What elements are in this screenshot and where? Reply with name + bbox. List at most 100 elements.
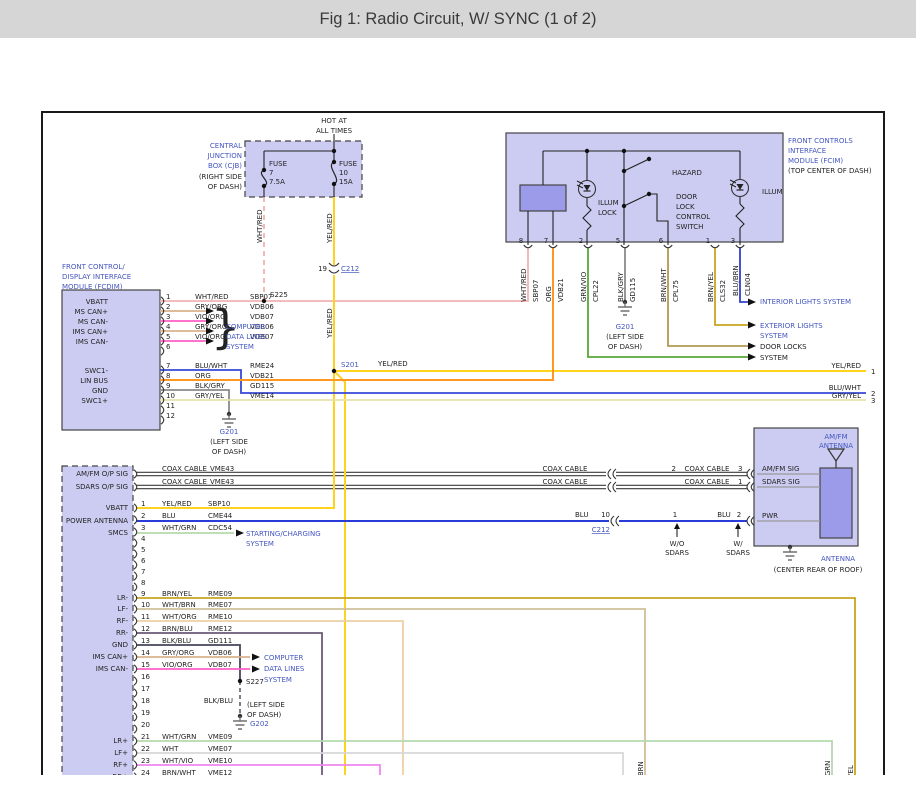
label-system: SYSTEM [760, 332, 788, 340]
label-front-control-: FRONT CONTROL/ [62, 263, 125, 271]
pin-hook [134, 629, 137, 637]
label-of-dash-: OF DASH) [608, 343, 643, 351]
label-8: 8 [166, 372, 170, 380]
label-box-cjb-: BOX (CJB) [208, 162, 242, 170]
label-blk-gry: BLK/GRY [195, 382, 225, 390]
label-3: 3 [871, 397, 875, 405]
label-vdb06: VDB06 [250, 303, 274, 311]
label-1: 1 [141, 500, 145, 508]
system-ref-arrow [252, 666, 260, 673]
pin-hook [134, 761, 137, 769]
label-ims-can-: IMS CAN- [76, 338, 109, 346]
label-2: 2 [141, 512, 145, 520]
pin-hook [134, 773, 137, 775]
label-11: 11 [141, 613, 150, 621]
label-wht-brn: WHT/BRN [637, 761, 645, 775]
label-12: 12 [141, 625, 150, 633]
label-6: 6 [166, 343, 171, 351]
fcim-inner-rect [520, 185, 566, 211]
system-ref-arrow [748, 343, 756, 350]
junction-dot [622, 169, 626, 173]
label-am-fm-sig: AM/FM SIG [762, 465, 799, 473]
label-rme07: RME07 [208, 601, 232, 609]
label-wht-grn: WHT/GRN [162, 733, 196, 741]
label-7: 7 [269, 169, 273, 177]
inline-connector [613, 482, 616, 492]
label-yel-red: YEL/RED [326, 308, 334, 339]
pin-hook [134, 653, 137, 661]
label-brn-wht: BRN/WHT [162, 769, 196, 775]
label-blu: BLU [162, 512, 175, 520]
label-brn-wht: BRN/WHT [660, 268, 668, 302]
label-cln04: CLN04 [744, 273, 752, 296]
ground-label-g202: G202 [250, 720, 269, 728]
label-system: SYSTEM [760, 354, 788, 362]
pin-hook [161, 416, 164, 424]
antenna-inner-rect [820, 468, 852, 538]
pin-hook [134, 561, 137, 569]
wiring-diagram-page: HOT ATALL TIMESCENTRALJUNCTIONBOX (CJB)(… [0, 38, 916, 775]
label-2: 2 [166, 303, 170, 311]
ground-label-g201-fcim: G201 [616, 323, 635, 331]
label-sdars-o-p-sig: SDARS O/P SIG [76, 483, 128, 491]
inline-connector [608, 482, 611, 492]
label-ims-can+: IMS CAN+ [92, 653, 128, 661]
junction-dot [332, 149, 336, 153]
label-9: 9 [141, 590, 145, 598]
label-9: 9 [166, 382, 170, 390]
label-system: SYSTEM [264, 676, 292, 684]
label-yel-red: YEL/RED [377, 360, 408, 368]
label-wht: WHT [162, 745, 179, 753]
connector-link-c212-blu[interactable]: C212 [592, 526, 610, 534]
splice-s227: S227 [246, 678, 264, 686]
label-data-lines: DATA LINES [226, 333, 267, 341]
label--left-side: (LEFT SIDE [210, 438, 248, 446]
connector-link-c212-top[interactable]: C212 [341, 265, 359, 273]
label-coax-cable: COAX CABLE [543, 478, 588, 486]
label-lf+: LF+ [114, 749, 128, 757]
label-15a: 15A [339, 178, 353, 186]
pin-hook [524, 245, 532, 248]
splice-s225: S225 [270, 291, 288, 299]
label-cpl22: CPL22 [592, 280, 600, 302]
label-22: 22 [141, 745, 150, 753]
label-swc1+: SWC1+ [81, 397, 108, 405]
label-blu-wht: BLU/WHT [195, 362, 228, 370]
label-12: 12 [166, 412, 175, 420]
inline-connector [608, 469, 611, 479]
label-fuse: FUSE [269, 160, 287, 168]
label-vme09: VME09 [208, 733, 232, 741]
label-yel-red: YEL/RED [326, 213, 334, 244]
label-cme44: CME44 [208, 512, 233, 520]
pin-hook [134, 749, 137, 757]
label-fuse: FUSE [339, 160, 357, 168]
inline-connector [747, 516, 750, 526]
label-6: 6 [141, 557, 146, 565]
pin-hook [664, 245, 672, 248]
pin-hook [134, 583, 137, 591]
inline-connector [747, 482, 750, 492]
pin-hook [134, 713, 137, 721]
label-all-times: ALL TIMES [316, 127, 353, 135]
label-of-dash-: OF DASH) [247, 711, 282, 719]
pin-hook [711, 245, 719, 248]
wiring-diagram-canvas: HOT ATALL TIMESCENTRALJUNCTIONBOX (CJB)(… [0, 38, 916, 775]
label-10: 10 [601, 511, 610, 519]
label-blk-blu: BLK/BLU [204, 697, 233, 705]
label-10: 10 [339, 169, 348, 177]
label-hot-at: HOT AT [321, 117, 348, 125]
label-sdars: SDARS [726, 549, 750, 557]
label-sbp07: SBP07 [532, 280, 540, 302]
label--right-side: (RIGHT SIDE [199, 173, 242, 181]
label-am-fm-o-p-sig: AM/FM O/P SIG [76, 470, 128, 478]
pin-hook [134, 572, 137, 580]
label-7: 7 [141, 568, 145, 576]
label-computer: COMPUTER [226, 323, 265, 331]
label-wht-red: WHT/RED [256, 210, 264, 244]
junction-dot [622, 204, 626, 208]
label-wht-grn: WHT/GRN [824, 761, 832, 775]
label-3: 3 [166, 313, 170, 321]
junction-dot [238, 679, 242, 683]
label-5: 5 [166, 333, 170, 341]
pin-hook [134, 516, 137, 524]
